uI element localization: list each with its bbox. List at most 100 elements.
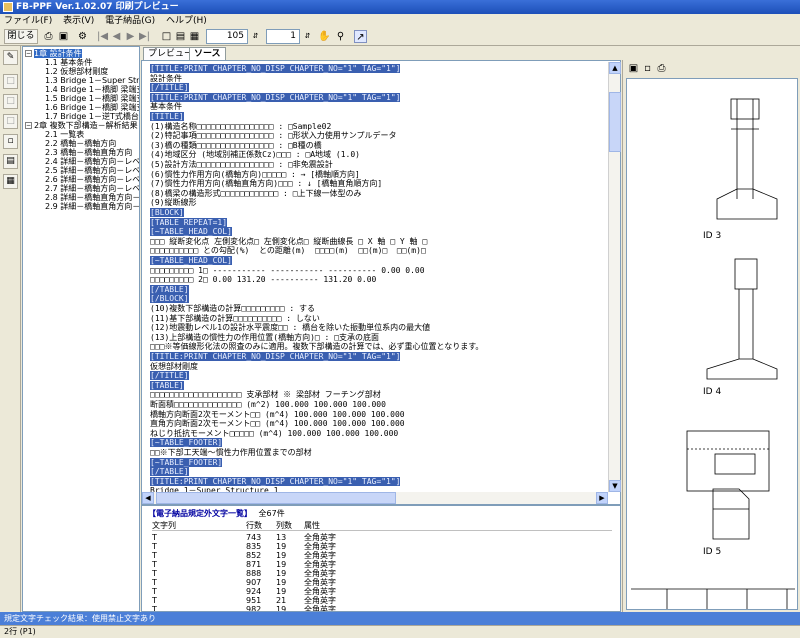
source-line: (7)慣性力作用方向(橋軸直角方向)□□□ : ↓ [橋軸直角順方向]	[150, 179, 383, 189]
tree-item[interactable]: 2.7 詳細－橋軸方向－レベル2	[45, 184, 139, 193]
table-row[interactable]: T 835 19 全角英字	[152, 542, 612, 551]
copy-icon[interactable]: ▫	[641, 62, 654, 75]
last-page-icon[interactable]: ▶|	[138, 30, 151, 43]
tree-item[interactable]: 1.6 Bridge 1－橋脚 梁端支持	[45, 103, 139, 112]
drawing-label: ID 3	[703, 231, 722, 241]
copy-icon[interactable]: ▫	[3, 134, 18, 149]
save-icon[interactable]: ▣	[57, 30, 70, 43]
close-button[interactable]: 閉じる	[4, 29, 38, 44]
source-line: [BLOCK]	[150, 208, 184, 217]
source-line: [/TITLE]	[150, 371, 189, 381]
two-page-icon[interactable]: ▤	[174, 30, 187, 43]
table-row[interactable]: T 907 19 全角英字	[152, 578, 612, 587]
tree-item[interactable]: 2.6 詳細－橋軸方向－レベル2	[45, 175, 139, 184]
hand-tool-icon[interactable]: ✋	[318, 30, 331, 43]
source-line: [TITLE:PRINT CHAPTER_NO_DISP CHAPTER_NO=…	[150, 64, 401, 73]
source-line: 橋軸方向断面2次モーメント□□ (m^4) 100.000 100.000 10…	[150, 409, 405, 419]
tree-item[interactable]: 1.2 仮想部材剛度	[45, 67, 108, 76]
source-line: 断面積□□□□□□□□□□□□□□ (m^2) 100.000 100.000 …	[150, 400, 386, 409]
tree-item[interactable]: −2章 複数下部構造－解析結果	[25, 121, 138, 130]
table-row[interactable]: T 924 19 全角英字	[152, 587, 612, 596]
source-line: [TABLE REPEAT=1]	[150, 217, 228, 227]
scroll-up-icon[interactable]: ▲	[609, 62, 621, 74]
app-icon	[3, 2, 13, 12]
print-icon[interactable]: ⎙	[655, 62, 668, 75]
tree-item[interactable]: 2.9 詳細－橋軸直角方向－レベル	[45, 202, 139, 211]
setup-icon[interactable]: ⚙	[76, 30, 89, 43]
menu-bar: ファイル(F) 表示(V) 電子納品(G) ヘルプ(H)	[0, 14, 800, 28]
first-page-icon[interactable]: |◀	[96, 30, 109, 43]
export-icon[interactable]: ↗	[354, 30, 367, 43]
tree-item[interactable]: 2.4 詳細－橋軸方向－レベル2	[45, 157, 139, 166]
menu-file[interactable]: ファイル(F)	[4, 16, 52, 26]
page-number-input[interactable]: 105	[206, 29, 248, 44]
view-tabs: プレビュー ソース	[141, 46, 621, 60]
collapse-icon[interactable]: −	[25, 50, 32, 57]
source-line: 設計条件	[150, 73, 182, 83]
tree-item[interactable]: −1章 設計条件	[25, 49, 82, 58]
table-cell: 全角英字	[304, 533, 336, 542]
edit-pen-icon[interactable]: ✎	[3, 50, 18, 65]
source-line: ねじり抵抗モーメント□□□□□ (m^4) 100.000 100.000 10…	[150, 428, 399, 438]
scroll-thumb[interactable]	[609, 92, 621, 152]
scroll-left-icon[interactable]: ◀	[142, 492, 154, 504]
tree-item[interactable]: 2.2 橋軸－橋軸方向	[45, 139, 116, 148]
menu-help[interactable]: ヘルプ(H)	[166, 16, 207, 26]
editor-vertical-scrollbar[interactable]: ▲ ▼	[608, 62, 621, 492]
page-spin-icon[interactable]: ⇵	[249, 30, 262, 43]
tree-item[interactable]: 1.4 Bridge 1－橋脚 梁端支持	[45, 85, 139, 94]
scroll-down-icon[interactable]: ▼	[609, 480, 621, 492]
tree-item[interactable]: 1.7 Bridge 1－逆T式橋台 1660	[45, 112, 139, 121]
menu-view[interactable]: 表示(V)	[63, 16, 94, 26]
page-status-bar: 2行 (P1)	[0, 625, 800, 638]
tree-item[interactable]: 2.8 詳細－橋軸直角方向－レベル	[45, 193, 139, 202]
tree-item[interactable]: 2.1 一覧表	[45, 130, 84, 139]
document-icon[interactable]: ▤	[3, 154, 18, 169]
table-row[interactable]: T 982 19 全角英字	[152, 605, 612, 612]
print-icon[interactable]: ⎙	[42, 30, 55, 43]
source-editor[interactable]: [TITLE:PRINT CHAPTER_NO_DISP CHAPTER_NO=…	[141, 60, 621, 505]
prev-page-icon[interactable]: ◀	[110, 30, 123, 43]
source-line: (2)特記事項□□□□□□□□□□□□□□□□ : □形状入力使用サンプルデータ	[150, 131, 397, 141]
table-cell: 13	[276, 533, 287, 542]
zoom-tool-icon[interactable]: ⚲	[334, 30, 347, 43]
next-page-icon[interactable]: ▶	[124, 30, 137, 43]
table-cell: 743	[246, 533, 262, 542]
tab-source[interactable]: ソース	[189, 47, 226, 60]
source-line: (11)基下部構造の計算□□□□□□□□□□ : しない	[150, 313, 320, 323]
panel-count: 全67件	[258, 509, 285, 518]
table-cell: 871	[246, 560, 262, 569]
table-cell: 951	[246, 596, 262, 605]
table-row[interactable]: T 852 19 全角英字	[152, 551, 612, 560]
tree-item[interactable]: 1.3 Bridge 1－Super Structure	[45, 76, 139, 85]
table-row[interactable]: T 951 21 全角英字	[152, 596, 612, 605]
table-row[interactable]: T 888 19 全角英字	[152, 569, 612, 578]
zoom-spin-icon[interactable]: ⇵	[301, 30, 314, 43]
preview-canvas[interactable]: ID 3 ID 4 ID 5	[626, 78, 798, 610]
collapse-icon[interactable]: −	[25, 122, 32, 129]
table-row[interactable]: T 743 13 全角英字	[152, 533, 612, 542]
tree-item[interactable]: 1.5 Bridge 1－橋脚 梁端支持	[45, 94, 139, 103]
tree-item[interactable]: 2.3 橋軸－橋軸直角方向	[45, 148, 132, 157]
tree-item[interactable]: 1.1 基本条件	[45, 58, 92, 67]
table-cell: 19	[276, 551, 287, 560]
table-cell: 982	[246, 605, 262, 612]
source-line: 仮想部材剛度	[150, 361, 198, 371]
menu-electronic-delivery[interactable]: 電子納品(G)	[105, 16, 155, 26]
zoom-input[interactable]: 1	[266, 29, 300, 44]
table-cell: 19	[276, 578, 287, 587]
source-line: [~TABLE_FOOTER]	[150, 438, 223, 448]
scroll-thumb[interactable]	[156, 492, 396, 504]
table-cell: T	[152, 569, 157, 578]
table-cell: 19	[276, 542, 287, 551]
table-row[interactable]: T 871 19 全角英字	[152, 560, 612, 569]
save-icon[interactable]: ▣	[627, 62, 640, 75]
editor-horizontal-scrollbar[interactable]: ◀ ▶	[142, 492, 608, 504]
single-page-icon[interactable]: □	[160, 30, 173, 43]
source-line: 直角方向断面2次モーメント□□ (m^4) 100.000 100.000 10…	[150, 419, 405, 429]
scroll-right-icon[interactable]: ▶	[596, 492, 608, 504]
multi-page-icon[interactable]: ▦	[188, 30, 201, 43]
tree-item[interactable]: 2.5 詳細－橋軸方向－レベル2	[45, 166, 139, 175]
calculator-icon[interactable]: ▦	[3, 174, 18, 189]
table-cell: 19	[276, 560, 287, 569]
